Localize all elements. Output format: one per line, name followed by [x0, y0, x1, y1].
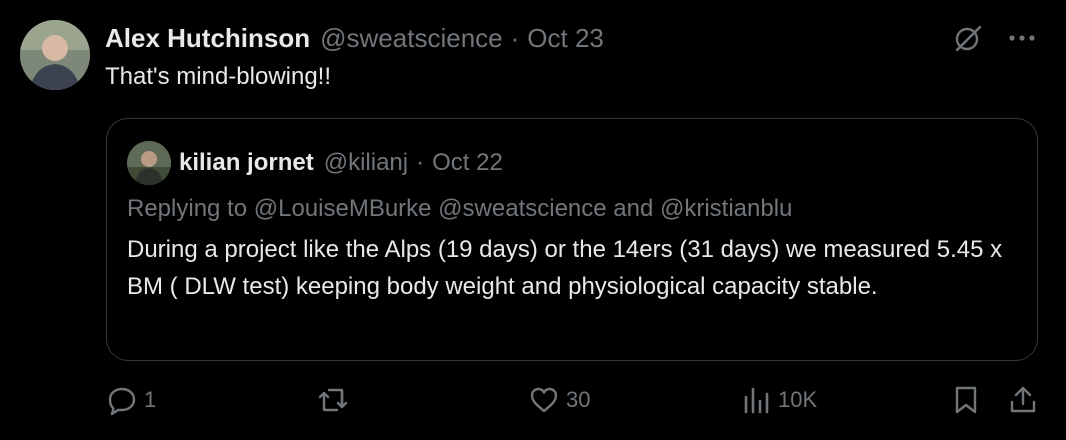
repost-icon — [318, 388, 348, 412]
reply-count: 1 — [144, 387, 157, 412]
author-avatar[interactable] — [20, 20, 90, 90]
share-icon — [1010, 386, 1036, 413]
tweet-top-actions — [952, 22, 1036, 54]
quoted-avatar-image — [127, 141, 171, 185]
separator-dot: · — [510, 22, 520, 53]
quoted-tweet-date: Oct 22 — [432, 149, 503, 176]
reply-button[interactable]: 1 — [106, 384, 156, 416]
quoted-tweet-header: kilian jornet @kilianj · Oct 22 — [179, 145, 503, 181]
quoted-author-avatar — [127, 141, 171, 185]
tweet-date[interactable]: Oct 23 — [527, 23, 604, 54]
quoted-author-name: kilian jornet — [179, 149, 314, 176]
like-button[interactable]: 30 — [528, 384, 590, 416]
author-name[interactable]: Alex Hutchinson — [105, 23, 310, 54]
replying-to-line: Replying to @LouiseMBurke @sweatscience … — [127, 195, 793, 222]
bookmark-icon — [955, 386, 977, 414]
quoted-tweet-text: During a project like the Alps (19 days)… — [127, 236, 1003, 300]
quoted-author-handle: @kilianj — [323, 149, 409, 176]
tweet-text: That's mind-blowing!! — [105, 63, 332, 90]
tweet-header: Alex Hutchinson @sweatscience · Oct 23 — [105, 18, 604, 58]
views-icon — [744, 387, 769, 414]
grok-icon[interactable] — [952, 22, 984, 54]
repost-button[interactable] — [316, 384, 356, 416]
share-button[interactable] — [1008, 384, 1038, 416]
like-count: 30 — [566, 387, 591, 412]
tweet-action-bar: 1 30 10K — [0, 384, 1066, 424]
separator-dot: · — [416, 149, 425, 176]
views-button[interactable]: 10K — [742, 384, 817, 416]
quoted-tweet-card[interactable]: kilian jornet @kilianj · Oct 22 Replying… — [106, 118, 1038, 361]
author-handle[interactable]: @sweatscience — [320, 23, 502, 54]
like-icon — [530, 387, 558, 413]
reply-icon — [108, 387, 136, 416]
avatar-image — [20, 20, 90, 90]
more-icon[interactable] — [1008, 33, 1036, 43]
bookmark-button[interactable] — [952, 384, 980, 416]
view-count: 10K — [778, 387, 818, 412]
